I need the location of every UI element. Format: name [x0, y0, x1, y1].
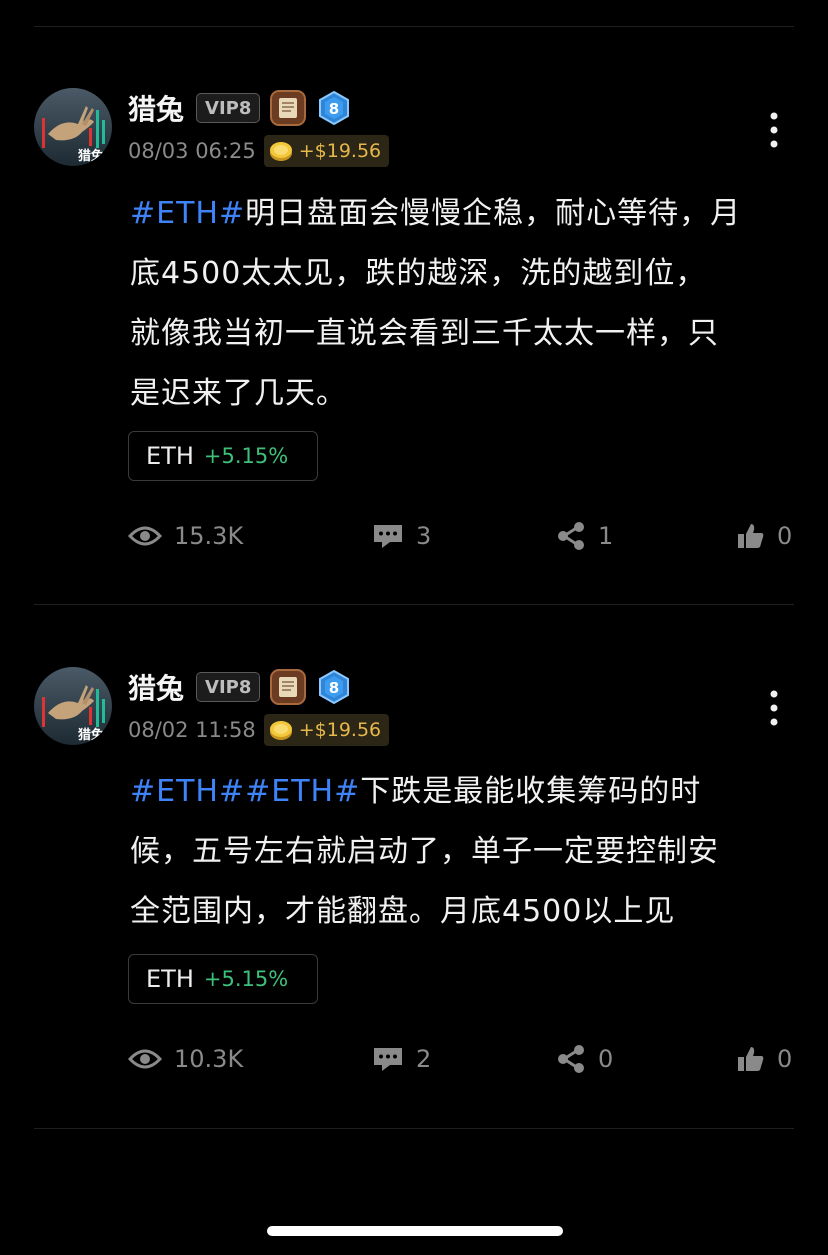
thumbs-up-icon: [738, 1047, 764, 1071]
svg-text:猎兔: 猎兔: [78, 727, 104, 743]
comment-icon: [374, 1048, 402, 1071]
post-content: #ETH##ETH#下跌是最能收集筹码的时 候，五号左右就启动了，单子一定要控制…: [130, 762, 800, 942]
likes-count: 0: [777, 522, 793, 550]
content-line: 底4500太太见，跌的越深，洗的越到位，: [130, 256, 707, 291]
coin-icon: [269, 721, 292, 740]
avatar[interactable]: 猎兔: [34, 88, 112, 166]
post-stats: 10.3K 2 0 0: [0, 1039, 828, 1079]
reward-amount: +$19.56: [298, 719, 382, 741]
ticker-change: +5.15%: [203, 444, 289, 468]
ticker-change: +5.15%: [203, 967, 289, 991]
content-line: 全范围内，才能翻盘。月底4500以上见: [130, 894, 676, 929]
ticker-symbol: ETH: [146, 442, 194, 470]
post-time: 08/02 11:58: [128, 718, 256, 742]
content-line: #ETH##ETH#下跌是最能收集筹码的时: [130, 774, 702, 809]
scroll-badge-icon: [270, 669, 307, 705]
level-number: 8: [329, 100, 339, 118]
share-button[interactable]: 1: [556, 516, 613, 556]
share-icon: [558, 1045, 584, 1073]
views-stat: 15.3K: [128, 516, 243, 556]
scroll-badge-icon: [270, 90, 307, 126]
coin-icon: [269, 142, 292, 161]
views-stat: 10.3K: [128, 1039, 243, 1079]
post-divider: [34, 604, 794, 605]
reward-amount: +$19.56: [298, 140, 382, 162]
share-icon: [558, 522, 584, 550]
comment-button[interactable]: 2: [372, 1039, 431, 1079]
ticker-tag[interactable]: ETH +5.15%: [128, 431, 318, 481]
likes-count: 0: [777, 1045, 793, 1073]
comment-button[interactable]: 3: [372, 516, 431, 556]
author-name[interactable]: 猎兔: [128, 667, 184, 707]
reward-badge: +$19.56: [263, 714, 390, 746]
shares-count: 1: [598, 522, 614, 550]
eye-icon: [128, 526, 162, 546]
like-button[interactable]: 0: [737, 1039, 792, 1079]
post-divider: [34, 1128, 794, 1129]
svg-text:猎兔: 猎兔: [78, 148, 104, 164]
hashtag-link[interactable]: #ETH#: [245, 774, 360, 809]
post-time: 08/03 06:25: [128, 139, 256, 163]
shares-count: 0: [598, 1045, 614, 1073]
views-count: 15.3K: [174, 522, 244, 550]
thumbs-up-icon: [738, 524, 764, 548]
vip-badge: VIP8: [196, 672, 261, 702]
hashtag-link[interactable]: #ETH#: [130, 774, 245, 809]
content-line: 是迟来了几天。: [130, 376, 347, 411]
post-stats: 15.3K 3 1 0: [0, 516, 828, 556]
eye-icon: [128, 1049, 162, 1069]
like-button[interactable]: 0: [737, 516, 792, 556]
ticker-symbol: ETH: [146, 965, 194, 993]
hashtag-link[interactable]: #ETH#: [130, 196, 245, 231]
content-line: 就像我当初一直说会看到三千太太一样，只: [130, 316, 719, 351]
content-line: #ETH#明日盘面会慢慢企稳，耐心等待，月: [130, 196, 742, 231]
comments-count: 2: [416, 1045, 432, 1073]
post-content: #ETH#明日盘面会慢慢企稳，耐心等待，月 底4500太太见，跌的越深，洗的越到…: [130, 184, 800, 424]
reward-badge: +$19.56: [263, 135, 390, 167]
vip-badge: VIP8: [196, 93, 261, 123]
more-options-icon[interactable]: [762, 108, 786, 152]
level-badge-icon: 8: [319, 669, 350, 705]
comments-count: 3: [416, 522, 432, 550]
content-line: 候，五号左右就启动了，单子一定要控制安: [130, 834, 719, 869]
level-badge-icon: 8: [319, 90, 350, 126]
share-button[interactable]: 0: [556, 1039, 613, 1079]
home-indicator[interactable]: [267, 1226, 563, 1236]
views-count: 10.3K: [174, 1045, 244, 1073]
ticker-tag[interactable]: ETH +5.15%: [128, 954, 318, 1004]
more-options-icon[interactable]: [762, 686, 786, 730]
top-divider: [34, 26, 794, 27]
comment-icon: [374, 525, 402, 548]
avatar[interactable]: 猎兔: [34, 667, 112, 745]
author-name[interactable]: 猎兔: [128, 88, 184, 128]
level-number: 8: [329, 679, 339, 697]
